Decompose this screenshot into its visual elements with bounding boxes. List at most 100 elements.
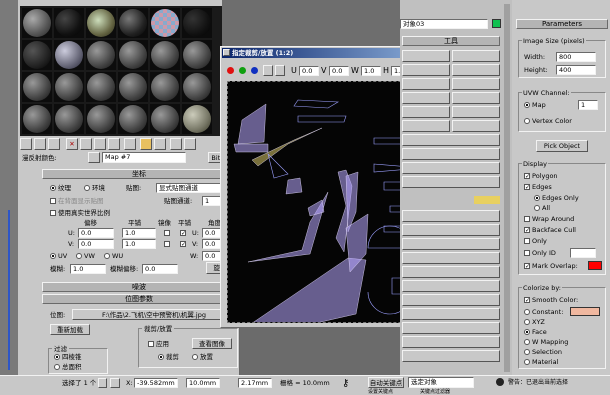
only-checkbox[interactable]: Only [524, 237, 547, 245]
delete-icon[interactable]: ✕ [66, 138, 78, 150]
tool-button-9[interactable] [402, 106, 450, 118]
selected-dropdown[interactable]: 选定对象 [408, 377, 474, 388]
only-id-field[interactable] [570, 248, 596, 258]
uv-radio[interactable]: UV [50, 252, 67, 260]
polygon-checkbox[interactable]: ✓ Polygon [524, 172, 558, 180]
v-offset-field[interactable]: 0.0 [78, 239, 114, 249]
sample-slot[interactable] [150, 104, 180, 134]
go-sibling-icon[interactable] [184, 138, 196, 150]
sample-slot[interactable] [86, 8, 116, 38]
tool-button-25[interactable] [402, 322, 500, 334]
show-back-checkbox[interactable]: 在背面显示贴图 [50, 197, 104, 205]
mark-overlap-checkbox[interactable]: ✓ Mark Overlap: [524, 262, 578, 270]
tool-button-22[interactable] [402, 280, 500, 292]
crop-radio[interactable]: 裁剪 [158, 353, 179, 361]
rollout-bitmap[interactable]: 位图参数 [42, 294, 236, 304]
map-radio[interactable]: Map [524, 101, 546, 109]
material-radio[interactable]: Material [524, 358, 558, 366]
tool-button-15[interactable] [402, 162, 500, 174]
tool-button-10[interactable] [452, 106, 500, 118]
x-coord-field[interactable]: -39.582mm [134, 378, 178, 388]
dialog-u-field[interactable]: 0.0 [299, 66, 319, 76]
xyz-radio[interactable]: XYZ [524, 318, 545, 326]
tool-button-18[interactable] [402, 224, 500, 236]
show-end-icon[interactable] [154, 138, 166, 150]
copy-icon[interactable] [80, 138, 92, 150]
put-library-icon[interactable] [108, 138, 120, 150]
object-color-swatch[interactable] [492, 19, 501, 28]
only-id-checkbox[interactable]: Only ID [524, 249, 556, 257]
sample-slot[interactable] [150, 8, 180, 38]
sample-slot[interactable] [22, 40, 52, 70]
sample-slot[interactable] [182, 72, 212, 102]
blur-field[interactable]: 1.0 [70, 264, 106, 274]
v-tiling-field[interactable]: 1.0 [122, 239, 156, 249]
tool-button-2[interactable] [452, 50, 500, 62]
effects-channel-icon[interactable] [124, 138, 136, 150]
face-radio[interactable]: Face [524, 328, 547, 336]
unique-icon[interactable] [94, 138, 106, 150]
apply-checkbox[interactable]: 应用 [148, 340, 169, 348]
red-channel-icon[interactable] [227, 67, 234, 74]
sample-slot[interactable] [118, 104, 148, 134]
absolute-mode-icon[interactable] [110, 378, 120, 388]
real-world-checkbox[interactable]: 使用真实世界比例 [50, 209, 110, 217]
sample-slot[interactable] [118, 40, 148, 70]
tool-button-4[interactable] [452, 64, 500, 76]
panel-scrollbar[interactable] [504, 4, 510, 372]
lock-selection-icon[interactable] [98, 378, 107, 388]
go-parent-icon[interactable] [170, 138, 182, 150]
tool-button-23[interactable] [402, 294, 500, 306]
selection-radio[interactable]: Selection [524, 348, 562, 356]
height-field[interactable]: 400 [556, 65, 596, 75]
vw-radio[interactable]: VW [76, 252, 95, 260]
texture-radio[interactable]: 纹理 [50, 184, 71, 192]
sample-slot[interactable] [86, 72, 116, 102]
width-field[interactable]: 800 [556, 52, 596, 62]
sample-slot[interactable] [150, 72, 180, 102]
dialog-v-field[interactable]: 0.0 [329, 66, 349, 76]
v-mirror-checkbox[interactable] [164, 240, 172, 248]
map-channel-field[interactable]: 1 [578, 100, 598, 110]
tool-button-8[interactable] [452, 92, 500, 104]
sample-slot[interactable] [86, 40, 116, 70]
tool-button-17[interactable] [402, 210, 500, 222]
constant-radio[interactable]: Constant: [524, 308, 563, 316]
view-image-button[interactable]: 查看图像 [192, 338, 232, 349]
tool-button-16[interactable] [402, 176, 500, 188]
reset-map-icon[interactable] [48, 138, 60, 150]
tool-button-20[interactable] [402, 252, 500, 264]
rollout-tools[interactable]: 工具 [402, 36, 500, 46]
tool-button-14[interactable] [402, 148, 500, 160]
tool-button-26[interactable] [402, 336, 500, 348]
wrap-around-checkbox[interactable]: Wrap Around [524, 215, 574, 223]
show-map-icon[interactable] [140, 138, 152, 150]
tool-button-12[interactable] [452, 120, 500, 132]
uvw-mapping-radio[interactable]: W Mapping [524, 338, 568, 346]
sample-slot[interactable] [182, 8, 212, 38]
pick-map-icon[interactable] [88, 152, 100, 163]
edges-checkbox[interactable]: ✓ Edges [524, 183, 552, 191]
summed-radio[interactable]: 总面积 [54, 363, 82, 371]
sample-slot[interactable] [54, 104, 84, 134]
tool-button-6[interactable] [452, 78, 500, 90]
constant-color-swatch[interactable] [570, 307, 600, 316]
wu-radio[interactable]: WU [104, 252, 123, 260]
tool-button-21[interactable] [402, 266, 500, 278]
tool-button-19[interactable] [402, 238, 500, 250]
blur-offset-field[interactable]: 0.0 [142, 264, 178, 274]
blue-channel-icon[interactable] [251, 67, 258, 74]
environ-radio[interactable]: 环境 [84, 184, 105, 192]
mono-channel-icon[interactable] [275, 65, 285, 76]
u-offset-field[interactable]: 0.0 [78, 228, 114, 238]
y-coord-field[interactable]: 10.0mm [186, 378, 220, 388]
smooth-color-checkbox[interactable]: ✓ Smooth Color: [524, 296, 578, 304]
sample-slot[interactable] [22, 8, 52, 38]
map-name-field[interactable]: Map #7 [102, 152, 186, 163]
sample-slot[interactable] [22, 72, 52, 102]
sample-slot[interactable] [54, 40, 84, 70]
sample-slot[interactable] [54, 8, 84, 38]
sample-slot[interactable] [118, 72, 148, 102]
tool-button-3[interactable] [402, 64, 450, 76]
place-radio[interactable]: 放置 [192, 353, 213, 361]
